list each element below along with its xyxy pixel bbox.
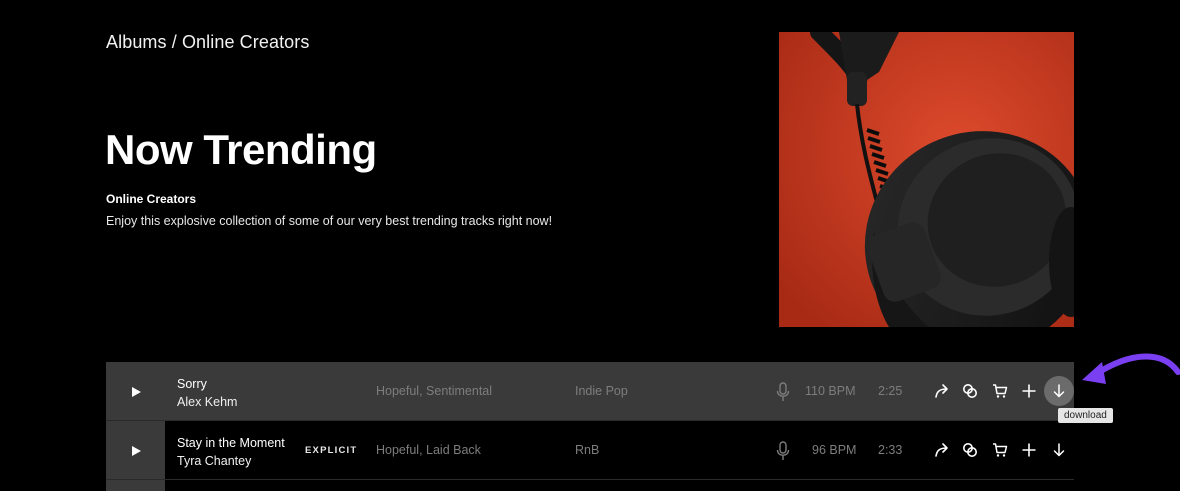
track-title[interactable]: Sorry (177, 375, 237, 393)
play-icon (131, 446, 141, 456)
track-genre: Indie Pop (575, 384, 628, 398)
track-artist[interactable]: Tyra Chantey (177, 452, 285, 470)
track-title[interactable]: Stay in the Moment (177, 434, 285, 452)
track-mood: Hopeful, Laid Back (376, 443, 481, 457)
breadcrumb-separator: / (166, 32, 182, 52)
cart-icon (993, 443, 1008, 457)
add-button[interactable] (1017, 379, 1041, 403)
track-info: Stay in the Moment Tyra Chantey (177, 434, 285, 470)
play-icon (131, 387, 141, 397)
share-icon (935, 443, 948, 457)
track-info: Sorry Alex Kehm (177, 375, 237, 411)
track-genre: RnB (575, 443, 600, 457)
track-row[interactable] (106, 480, 1074, 491)
track-list: Sorry Alex Kehm Hopeful, Sentimental Ind… (106, 362, 1074, 491)
play-button[interactable] (126, 382, 146, 402)
headphones-image (779, 32, 1074, 327)
track-row[interactable]: Sorry Alex Kehm Hopeful, Sentimental Ind… (106, 362, 1074, 421)
cart-button[interactable] (988, 438, 1012, 462)
download-button[interactable] (1044, 376, 1074, 406)
breadcrumb: Albums / Online Creators (106, 32, 310, 53)
collection-description: Enjoy this explosive collection of some … (106, 214, 553, 228)
page-title: Now Trending (105, 126, 377, 173)
track-mood: Hopeful, Sentimental (376, 384, 493, 398)
share-button[interactable] (930, 438, 954, 462)
breadcrumb-albums-link[interactable]: Albums (106, 32, 167, 52)
track-bpm: 96 BPM (812, 443, 857, 457)
cart-icon (993, 384, 1008, 398)
share-icon (935, 384, 948, 398)
annotation-arrow (1082, 353, 1180, 384)
similar-tracks-button[interactable] (958, 438, 982, 462)
explicit-badge: EXPLICIT (305, 445, 358, 456)
breadcrumb-current: Online Creators (181, 32, 310, 52)
track-duration: 2:33 (878, 443, 903, 457)
download-button[interactable] (1047, 438, 1071, 462)
share-button[interactable] (930, 379, 954, 403)
link-icon (963, 384, 977, 398)
track-artist[interactable]: Alex Kehm (177, 393, 237, 411)
add-button[interactable] (1017, 438, 1041, 462)
play-button[interactable] (126, 441, 146, 461)
album-cover (779, 32, 1074, 327)
plus-icon (1022, 384, 1036, 398)
cart-button[interactable] (988, 379, 1012, 403)
plus-icon (1022, 443, 1036, 457)
download-icon (1053, 384, 1065, 398)
download-icon (1053, 443, 1065, 457)
track-bpm: 110 BPM (805, 384, 856, 398)
collection-subtitle: Online Creators (106, 192, 197, 206)
similar-tracks-button[interactable] (958, 379, 982, 403)
track-duration: 2:25 (878, 384, 903, 398)
link-icon (963, 443, 977, 457)
track-row[interactable]: Stay in the Moment Tyra Chantey EXPLICIT… (106, 421, 1074, 480)
download-tooltip: download (1058, 408, 1113, 423)
microphone-icon (776, 382, 790, 401)
app-frame: Albums / Online Creators Now Trending On… (0, 0, 1180, 491)
microphone-icon (776, 441, 790, 460)
